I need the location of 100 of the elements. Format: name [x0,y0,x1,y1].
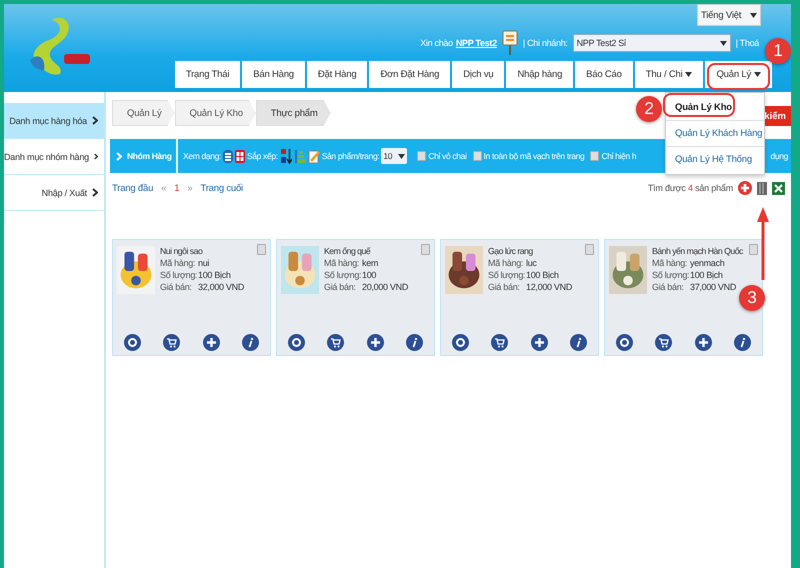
cart-icon[interactable] [327,334,344,351]
field-label: Giá bán: [324,282,357,292]
nav-tab[interactable]: Đặt Hàng [306,61,368,88]
result-count-text: Tìm được 4 sản phẩm [648,183,733,193]
arrow-up-icon [757,206,769,280]
info-icon[interactable] [242,334,259,351]
field-label: Số lượng: [160,270,198,280]
info-icon[interactable] [406,334,423,351]
checkbox[interactable] [749,244,758,255]
field-value: 100 Bịch [198,270,231,280]
checkbox[interactable] [421,244,430,255]
field-value: kem [362,258,378,268]
plus-icon[interactable] [694,334,712,351]
field-value: yenmach [690,258,724,268]
breadcrumb-item[interactable]: Quản Lý [112,100,175,126]
sidebar-item[interactable]: Danh mục hàng hóa [4,103,104,139]
nav-tab[interactable]: Đơn Đặt Hàng [369,61,450,88]
caret-icon [754,72,761,77]
plus-icon[interactable] [366,334,384,351]
caret-icon [685,72,692,77]
field-value: luc [526,258,537,268]
field-label: Mã hàng: [488,258,524,268]
product-name[interactable]: Gạo lức rang [488,246,572,256]
highlight-ring [707,63,770,90]
nav-tab[interactable]: Quản Lý [705,61,772,88]
sidebar-item[interactable]: Nhập / Xuất [4,175,104,211]
settings-icon[interactable] [124,334,142,351]
menu-item[interactable]: Quản Lý Hệ Thống [666,147,764,172]
first-page-link[interactable]: Trang đầu [112,182,154,194]
greeting-text: Xin chào [420,38,453,48]
sidebar-item[interactable]: Danh mục nhóm hàng [4,139,104,175]
checkbox[interactable] [417,151,426,161]
checkbox-label: Chỉ vỏ chai [428,151,467,161]
per-page-select[interactable]: 10 [381,148,408,164]
grid-view-icon[interactable] [234,150,245,162]
signboard-icon[interactable] [502,30,518,56]
plus-icon[interactable] [530,334,548,351]
edit-list-icon[interactable] [308,148,320,164]
language-select[interactable]: Tiếng Việt [697,4,761,26]
branch-label: | Chi nhánh: [522,38,568,48]
chevron-right-icon [94,152,98,161]
checkbox[interactable] [257,244,266,255]
checkbox-label: Chỉ hiện h [601,151,636,161]
book-icon[interactable] [757,182,767,194]
product-name[interactable]: Kem ống quế [324,246,408,256]
field-value: 100 [362,270,376,280]
cart-icon[interactable] [655,334,672,351]
info-icon[interactable] [570,334,587,351]
spreadsheet-icon[interactable] [772,182,785,194]
field-label: Số lượng: [488,270,526,280]
list-view-icon[interactable] [222,150,233,162]
add-icon[interactable] [738,181,752,195]
settings-icon[interactable] [288,334,306,351]
nav-tab[interactable]: Thu / Chi [634,61,704,88]
nav-tab[interactable]: Trạng Thái [174,61,240,88]
field-value: 32,000 VND [198,282,244,292]
field-value: nui [198,258,210,268]
nav-tab[interactable]: Bán Hàng [242,61,305,88]
caret-icon [720,40,727,46]
menu-item[interactable]: Quản Lý Khách Hàng [666,121,764,147]
caret-icon [750,12,757,18]
breadcrumb-item[interactable]: Quản Lý Kho [174,100,256,126]
last-page-link[interactable]: Trang cuối [200,182,243,194]
nav-tab[interactable]: Dịch vụ [452,61,504,88]
nav-tab[interactable]: Nhập hàng [506,61,574,88]
breadcrumb-item[interactable]: Thực phẩm [256,100,331,126]
page-number[interactable]: 1 [174,182,180,194]
view-label: Xem dạng: [183,151,221,161]
sort-label: Sắp xếp: [246,151,278,161]
sort-alpha-icon[interactable] [280,148,292,164]
field-value: 37,000 VND [690,282,736,292]
toolbar-text: dụng [770,151,789,161]
branch-select[interactable]: NPP Test2 Sỉ [572,34,731,52]
per-page-label: Sản phẩm/trang: [322,151,380,161]
field-label: Mã hàng: [160,258,196,268]
field-value: 100 Bịch [526,270,559,280]
field-label: Số lượng: [324,270,362,280]
chevron-right-icon [92,188,98,197]
cart-icon[interactable] [163,334,180,351]
checkbox[interactable] [472,151,482,161]
nav-tab[interactable]: Báo Cáo [575,61,633,88]
product-name[interactable]: Bánh yến mạch Hàn Quốc [652,246,743,256]
checkbox-label: In toàn bộ mã vạch trên trang [484,151,584,161]
checkbox[interactable] [590,151,600,161]
field-value: 100 Bịch [690,270,723,280]
settings-icon[interactable] [452,334,470,351]
field-value: 20,000 VND [362,282,408,292]
field-label: Mã hàng: [652,258,688,268]
info-icon[interactable] [734,334,751,351]
plus-icon[interactable] [202,334,220,351]
settings-icon[interactable] [616,334,634,351]
cart-icon[interactable] [491,334,508,351]
field-label: Số lượng: [652,270,690,280]
field-label: Giá bán: [160,282,193,292]
chevron-right-icon [92,116,98,125]
chevron-right-icon [116,152,122,160]
menu-item[interactable]: Quản Lý Kho [666,95,764,121]
highlight-ring [663,93,735,117]
product-name[interactable]: Nui ngôi sao [160,246,244,256]
checkbox[interactable] [585,244,594,255]
